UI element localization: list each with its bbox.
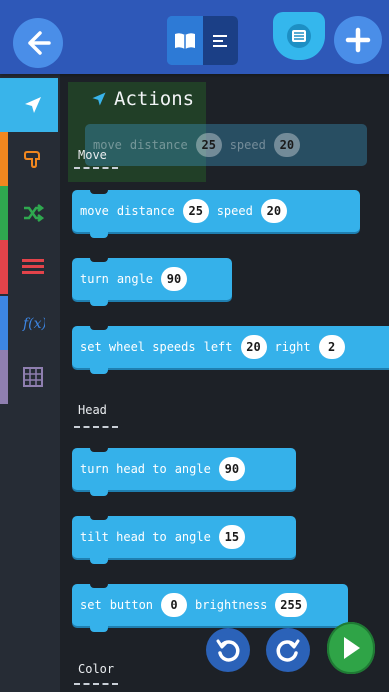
run-button[interactable] [327, 622, 375, 674]
svg-text:f(x): f(x) [22, 316, 45, 332]
block-notch [90, 447, 108, 452]
book-icon [287, 24, 311, 48]
block-word: left [203, 340, 233, 354]
back-button[interactable] [13, 18, 63, 68]
head-angle-value[interactable]: 90 [218, 457, 245, 481]
block-word: right [274, 340, 311, 354]
button-index-value[interactable]: 0 [161, 593, 188, 617]
block-word: angle [174, 530, 211, 544]
block-turn-head-to-angle[interactable]: turn head to angle 90 [72, 447, 296, 496]
text-lines-icon [213, 34, 228, 47]
section-divider [74, 167, 118, 169]
category-functions[interactable]: f(x) [0, 296, 58, 350]
block-word: speed [229, 138, 266, 152]
redo-button[interactable] [266, 628, 310, 672]
library-button[interactable] [273, 12, 325, 60]
category-data[interactable] [0, 240, 58, 294]
category-actions[interactable] [0, 78, 58, 132]
add-button[interactable] [334, 16, 382, 64]
block-word: turn head to [80, 462, 167, 476]
brightness-value[interactable]: 255 [275, 593, 307, 617]
block-word: set wheel speeds [80, 340, 196, 354]
section-divider [74, 683, 118, 685]
send-icon [25, 97, 41, 113]
block-turn-angle[interactable]: turn angle 90 [72, 257, 232, 306]
block-set-button-brightness[interactable]: set button 0 brightness 255 [72, 583, 348, 632]
book-open-icon [174, 32, 195, 49]
category-color-stripe [0, 132, 8, 186]
block-word: brightness [195, 598, 268, 612]
dragged-block-ghost: move distance 25 speed 20 [85, 124, 367, 166]
hand-icon [24, 151, 40, 169]
tilt-angle-value[interactable]: 15 [218, 525, 245, 549]
flyout-title: Actions [90, 88, 194, 110]
app-screen: f(x) move distance 25 speed 20 Actions M… [0, 0, 389, 692]
redo-icon [276, 639, 300, 662]
category-color-stripe [0, 78, 8, 132]
right-speed-value[interactable]: 2 [318, 335, 345, 359]
section-label-color: Color [78, 662, 115, 676]
block-word: distance [116, 204, 175, 218]
block-tab [90, 300, 108, 306]
blocks-view-button[interactable] [167, 16, 203, 65]
top-toolbar [0, 0, 389, 74]
block-tab [90, 558, 108, 564]
block-value: 20 [273, 133, 300, 157]
undo-button[interactable] [206, 628, 250, 672]
block-tab [90, 368, 108, 374]
block-word: distance [129, 138, 188, 152]
block-word: speed [216, 204, 253, 218]
block-value: 25 [195, 133, 222, 157]
category-color-stripe [0, 350, 8, 404]
category-color-stripe [0, 186, 8, 240]
block-set-wheel-speeds[interactable]: set wheel speeds left 20 right 2 [72, 325, 389, 374]
block-word: tilt head to [80, 530, 167, 544]
left-speed-value[interactable]: 20 [240, 335, 267, 359]
table-icon [23, 367, 43, 387]
block-word: set [80, 598, 102, 612]
block-tab [90, 490, 108, 496]
block-word: button [109, 598, 154, 612]
block-tab [90, 232, 108, 238]
speed-value[interactable]: 20 [260, 199, 287, 223]
send-icon [92, 92, 106, 106]
block-word: move [80, 204, 109, 218]
view-toggle[interactable] [167, 16, 238, 65]
block-word: angle [174, 462, 211, 476]
block-notch [90, 515, 108, 520]
category-control[interactable] [0, 186, 58, 240]
function-icon: f(x) [22, 316, 45, 332]
block-notch [90, 325, 108, 330]
category-color-stripe [0, 296, 8, 350]
section-label-move: Move [78, 148, 107, 162]
category-color-stripe [0, 240, 8, 294]
category-tables[interactable] [0, 350, 58, 404]
play-icon [344, 637, 360, 659]
block-tilt-head-to-angle[interactable]: tilt head to angle 15 [72, 515, 296, 564]
list-icon [22, 259, 44, 274]
angle-value[interactable]: 90 [161, 267, 188, 291]
shuffle-icon [24, 204, 44, 222]
section-label-head: Head [78, 403, 107, 417]
block-notch [90, 189, 108, 194]
block-word: angle [116, 272, 154, 286]
category-looks[interactable] [0, 132, 58, 186]
plus-icon [345, 27, 371, 53]
block-tab [90, 626, 108, 632]
category-sidebar: f(x) [0, 74, 60, 692]
distance-value[interactable]: 25 [182, 199, 209, 223]
block-notch [90, 257, 108, 262]
arrow-left-icon [28, 31, 51, 55]
code-view-button[interactable] [202, 16, 238, 65]
block-word: turn [80, 272, 109, 286]
section-divider [74, 426, 118, 428]
undo-icon [216, 639, 240, 662]
flyout-title-label: Actions [114, 88, 195, 110]
block-notch [90, 583, 108, 588]
block-move-distance-speed[interactable]: move distance 25 speed 20 [72, 189, 360, 238]
